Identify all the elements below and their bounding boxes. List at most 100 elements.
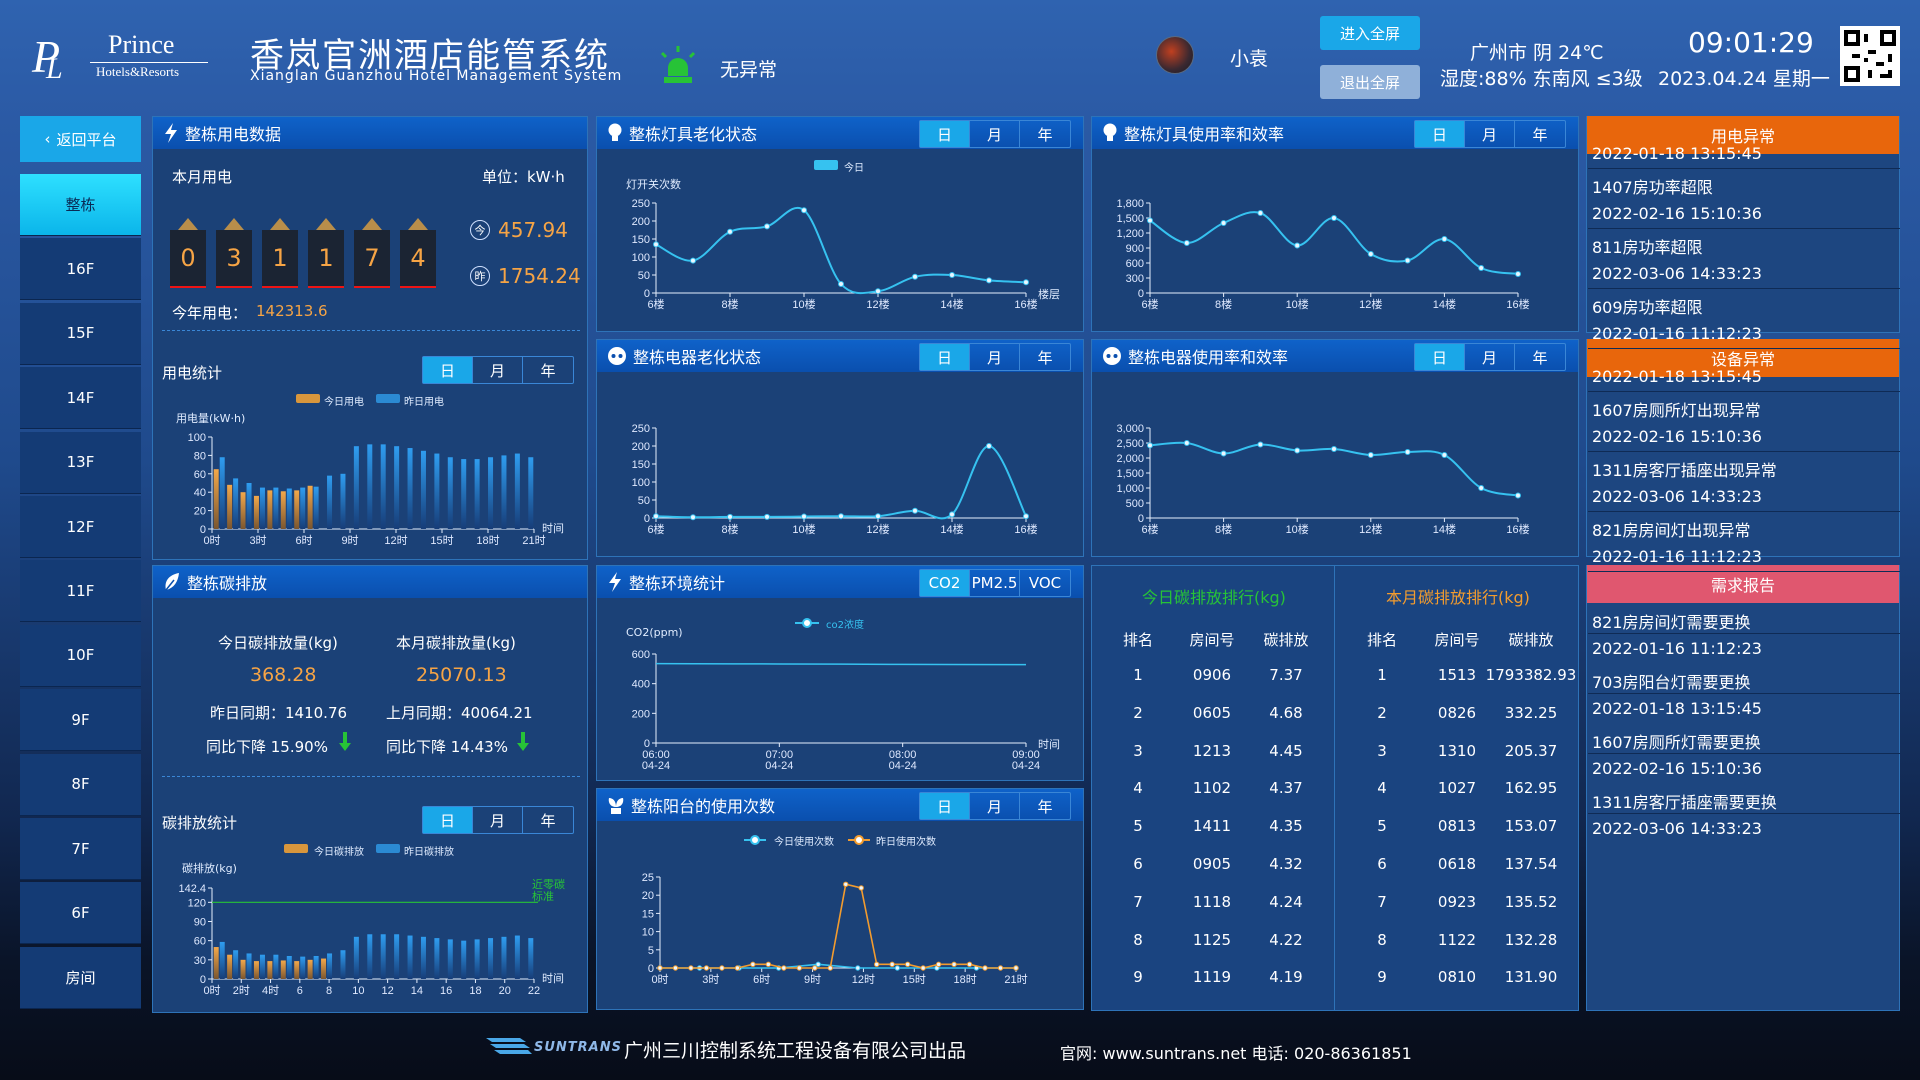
period-year-button[interactable]: 年 [1020,121,1070,147]
month-ranking-title: 本月碳排放排行(kg) [1386,588,1530,607]
back-to-platform-button[interactable]: ‹ 返回平台 [20,116,141,162]
balcony-title: 整栋阳台的使用次数 [631,797,776,816]
period-year-button[interactable]: 年 [1020,793,1070,819]
alert-item[interactable]: 2022-01-18 13:15:45 [1592,144,1762,163]
alert-item[interactable]: 2022-03-06 14:33:23 [1592,264,1762,283]
alert-item[interactable]: 2022-03-06 14:33:23 [1592,819,1762,838]
alert-item[interactable]: 2022-01-16 11:12:23 [1592,324,1762,343]
plug-icon [608,347,626,365]
month-rank-cell: 153.07 [1504,817,1558,836]
period-month-button[interactable]: 月 [1465,344,1515,370]
exit-fullscreen-button[interactable]: 退出全屏 [1320,65,1420,99]
appliance-usage-panel: 整栋电器使用率和效率 [1091,339,1579,557]
sidebar-item-floor[interactable]: 11F [20,560,141,623]
sidebar-item-floor[interactable]: 13F [20,431,141,494]
alert-item[interactable]: 2022-01-18 13:15:45 [1592,699,1762,718]
env-metric-toggle: CO2 PM2.5 VOC [919,569,1071,597]
alert-item[interactable]: 2022-01-18 13:15:45 [1592,367,1762,386]
month-rank-cell: 135.52 [1504,892,1558,911]
period-year-button[interactable]: 年 [1020,344,1070,370]
prince-logo-icon: PL [31,31,63,82]
period-month-button[interactable]: 月 [1465,121,1515,147]
lamp-usage-panel: 整栋灯具使用率和效率 [1091,116,1579,332]
alert-item[interactable]: 2022-02-16 15:10:36 [1592,427,1762,446]
sidebar-item-floor[interactable]: 10F [20,624,141,687]
lightning-icon [609,572,621,592]
period-month-button[interactable]: 月 [970,344,1020,370]
enter-fullscreen-button[interactable]: 进入全屏 [1320,16,1420,50]
power-digit: 7 [354,218,390,288]
balcony-legend-today: 今日使用次数 [774,837,834,848]
alert-divider [1588,633,1900,634]
yesterday-carbon-label: 昨日同期：1410.76 [210,704,348,722]
period-day-button[interactable]: 日 [920,793,970,819]
sidebar-item-floor[interactable]: 14F [20,367,141,430]
alert-divider [1588,391,1900,392]
sidebar-item-floor[interactable]: 12F [20,496,141,558]
alert-item[interactable]: 609房功率超限 [1592,294,1758,318]
avatar [1156,36,1194,74]
period-day-button[interactable]: 日 [423,807,473,833]
sidebar-item-room[interactable]: 房间 [20,946,141,1009]
lastmonth-carbon-label: 上月同期：40064.21 [386,704,533,722]
back-label: 返回平台 [56,130,117,149]
alert-item[interactable]: 821房房间灯出现异常 [1592,517,1758,541]
alert-item[interactable]: 811房功率超限 [1592,234,1758,258]
alert-item[interactable]: 1407房功率超限 [1592,174,1758,198]
alert-item[interactable]: 1311房客厅插座需要更换 [1592,789,1777,813]
alert-item[interactable]: 2022-02-16 15:10:36 [1592,759,1762,778]
period-day-button[interactable]: 日 [920,121,970,147]
power-yaxis-label: 用电量(kW·h) [176,412,246,425]
sidebar-item-floor[interactable]: 15F [20,302,141,365]
period-month-button[interactable]: 月 [970,793,1020,819]
period-year-button[interactable]: 年 [1515,121,1565,147]
period-year-button[interactable]: 年 [523,807,573,833]
column-header: 碳排放 [1508,631,1554,649]
appliance-usage-title: 整栋电器使用率和效率 [1128,348,1289,367]
period-day-button[interactable]: 日 [920,344,970,370]
down-arrow-icon [517,732,529,751]
alert-item[interactable]: 1607房厕所灯需要更换 [1592,729,1761,753]
weather-line2: 湿度:88% 东南风 ≤3级 [1440,68,1643,90]
sidebar-item-floor[interactable]: 6F [20,882,141,945]
month-rank-cell: 131.90 [1504,968,1558,987]
alert-item[interactable]: 821房房间灯需要更换 [1592,609,1758,633]
period-day-button[interactable]: 日 [1415,344,1465,370]
period-month-button[interactable]: 月 [970,121,1020,147]
metric-pm25-button[interactable]: PM2.5 [970,570,1020,596]
alert-item[interactable]: 1607房厕所灯出现异常 [1592,397,1761,421]
carbon-panel-header: 整栋碳排放 [153,566,587,598]
sidebar-item-floor[interactable]: 7F [20,818,141,880]
alert-item[interactable]: 703房阳台灯需要更换 [1592,669,1758,693]
period-year-button[interactable]: 年 [523,357,573,383]
period-month-button[interactable]: 月 [473,357,523,383]
period-day-button[interactable]: 日 [423,357,473,383]
period-month-button[interactable]: 月 [473,807,523,833]
power-digit: 3 [216,218,252,288]
metric-voc-button[interactable]: VOC [1020,570,1070,596]
down-arrow-icon [339,732,351,751]
month-rank-cell: 132.28 [1504,930,1558,949]
logo-main: Prince [108,30,175,59]
alert-item[interactable]: 2022-02-16 15:10:36 [1592,204,1762,223]
env-title: 整栋环境统计 [629,574,726,593]
lamp-aging-xaxis-label: 楼层 [1038,288,1060,301]
env-panel: 整栋环境统计 [596,565,1084,781]
svg-text:L: L [45,52,63,82]
sidebar-item-building[interactable]: 整栋 [20,174,141,236]
metric-co2-button[interactable]: CO2 [920,570,970,596]
alert-item[interactable]: 2022-03-06 14:33:23 [1592,487,1762,506]
sidebar-item-floor[interactable]: 16F [20,238,141,301]
sidebar-item-floor[interactable]: 8F [20,753,141,816]
lamp-aging-title: 整栋灯具老化状态 [629,125,758,144]
alert-item[interactable]: 2022-01-16 11:12:23 [1592,547,1762,566]
alert-item[interactable]: 2022-01-16 11:12:23 [1592,639,1762,658]
year-power-label: 今年用电： [172,304,248,322]
yesterday-power-value: 1754.24 [498,264,581,288]
legend-dot-balcony-yesterday [854,835,864,845]
period-day-button[interactable]: 日 [1415,121,1465,147]
period-year-button[interactable]: 年 [1515,344,1565,370]
sidebar-item-floor[interactable]: 9F [20,689,141,752]
sidebar-item-label: 10F [66,646,95,665]
alert-item[interactable]: 1311房客厅插座出现异常 [1592,457,1777,481]
